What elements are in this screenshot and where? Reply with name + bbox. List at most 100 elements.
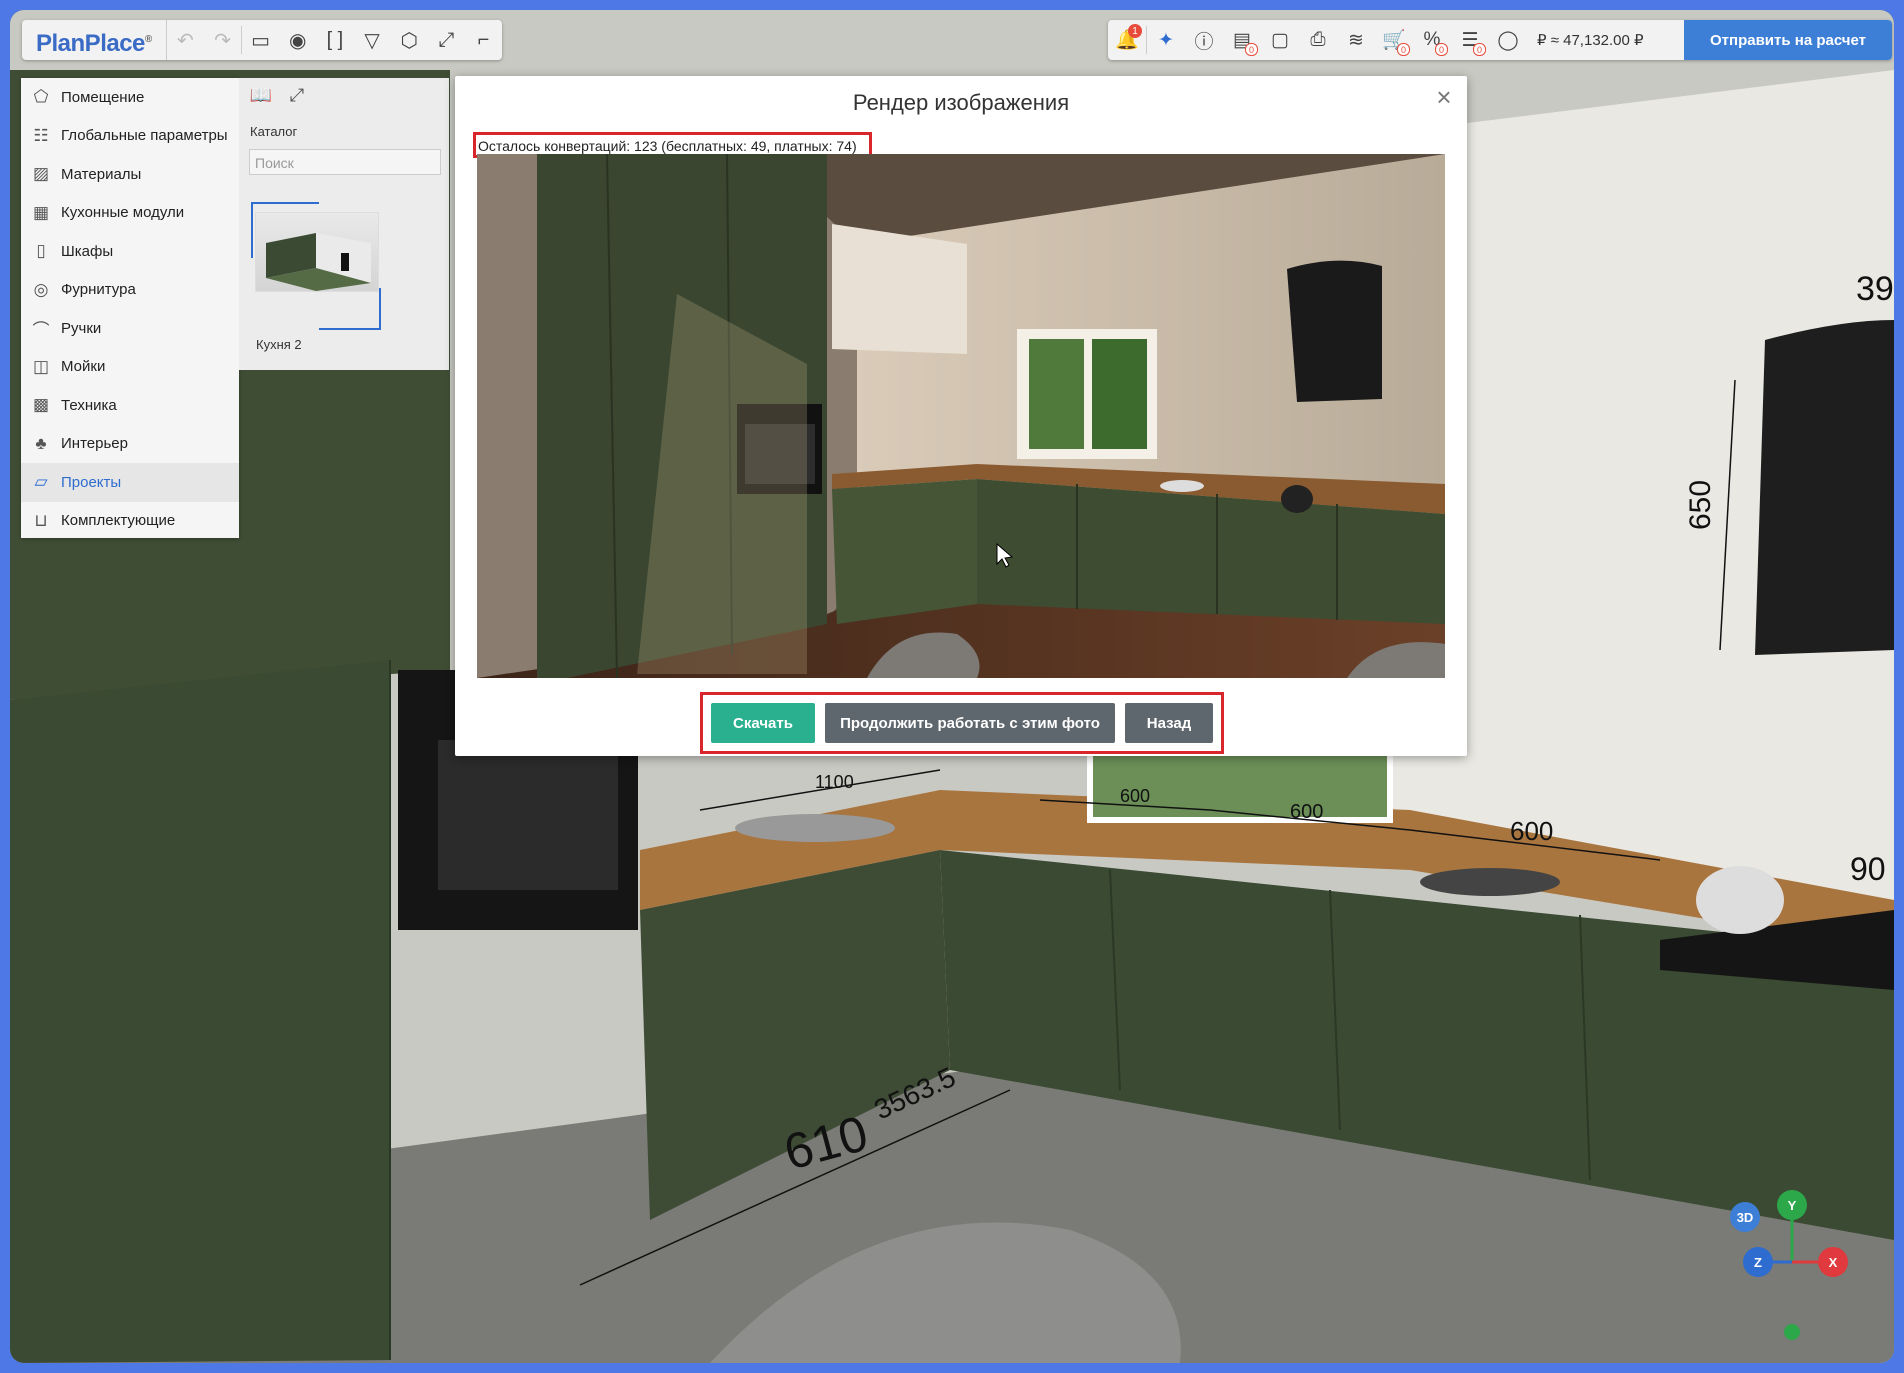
percent-badge: 0 — [1435, 43, 1448, 56]
book-icon[interactable]: 📖 — [243, 78, 279, 112]
report-icon[interactable]: ▤ 0 — [1223, 20, 1261, 60]
cart-icon[interactable]: 🛒 0 — [1375, 20, 1413, 60]
print-icon[interactable]: ⎙ — [1299, 20, 1337, 60]
ai-sparkle-icon[interactable]: ✦ — [1147, 20, 1185, 60]
sidebar-item[interactable]: ◎ Фурнитура — [21, 271, 239, 310]
info-icon[interactable]: ⓘ — [1185, 20, 1223, 60]
sidebar-item-label: Интерьер — [61, 435, 128, 453]
sidebar-item-label: Фурнитура — [61, 281, 136, 299]
kitchen-modules-icon: ▦ — [32, 202, 50, 222]
price-value: ≈ 47,132.00 ₽ — [1550, 32, 1644, 49]
sidebar-item-label: Шкафы — [61, 242, 114, 260]
notification-icon[interactable]: 🔔 1 — [1108, 20, 1146, 60]
catalog-search-input[interactable]: Поиск — [249, 149, 441, 175]
sidebar-item[interactable]: ♣ Интерьер — [21, 425, 239, 464]
rendered-image — [477, 154, 1445, 678]
expand-icon[interactable]: ⤢ — [279, 78, 315, 112]
undo-icon[interactable]: ↶ — [167, 20, 204, 60]
render-modal: Рендер изображения × Осталось конвертаци… — [455, 76, 1467, 756]
dimension-label: 1100 — [815, 772, 854, 792]
room-icon: ⬠ — [33, 87, 49, 107]
axis-gizmo[interactable]: 3D Y Z X — [1730, 1190, 1880, 1350]
corner-icon[interactable]: ⌐ — [465, 20, 502, 60]
sidebar-item[interactable]: ⬠ Помещение — [21, 78, 239, 117]
sidebar-item-label: Кухонные модули — [61, 204, 185, 222]
sidebar-item[interactable]: ▱ Проекты — [21, 463, 239, 502]
back-button[interactable]: Назад — [1125, 703, 1213, 743]
app-window: 1100 600 600 600 90 39 650 610 3563.5 Pl… — [10, 10, 1894, 1363]
report-badge: 0 — [1245, 43, 1258, 56]
y-axis-handle[interactable]: Y — [1777, 1190, 1807, 1220]
file-icon[interactable]: ▭ — [242, 20, 279, 60]
app-logo[interactable]: PlanPlace® — [22, 20, 167, 60]
bracket-icon[interactable]: [ ] — [316, 20, 353, 60]
filter-icon[interactable]: ▽ — [353, 20, 390, 60]
sidebar-item[interactable]: ▩ Техника — [21, 386, 239, 425]
download-button[interactable]: Скачать — [711, 703, 815, 743]
list-icon[interactable]: ☰ 0 — [1451, 20, 1489, 60]
cart-icon: ⊔ — [34, 510, 48, 530]
x-axis-handle[interactable]: X — [1818, 1247, 1848, 1277]
modal-action-group: Скачать Продолжить работать с этим фото … — [700, 692, 1224, 754]
sidebar-item-label: Проекты — [61, 473, 122, 491]
sidebar-item-label: Техника — [61, 396, 117, 414]
currency-symbol: ₽ — [1537, 32, 1547, 49]
sidebar-item[interactable]: ◫ Мойки — [21, 348, 239, 387]
appliance-icon: ▩ — [32, 395, 50, 415]
dimension-label: 600 — [1510, 816, 1553, 846]
redo-icon[interactable]: ↷ — [204, 20, 241, 60]
sidebar-item[interactable]: ⊔ Комплектующие — [21, 502, 239, 541]
price-display: ₽ ≈ 47,132.00 ₽ — [1527, 31, 1654, 49]
chat-icon[interactable]: ▢ — [1261, 20, 1299, 60]
dimension-label: 39 — [1856, 270, 1894, 308]
handle-icon: ⌒ — [32, 320, 50, 340]
project-label: Кухня 2 — [256, 337, 302, 352]
dimension-label: 600 — [1290, 801, 1323, 823]
cube-icon[interactable]: ⬡ — [391, 20, 428, 60]
selection-corner — [251, 202, 319, 258]
close-icon[interactable]: × — [1431, 84, 1457, 110]
expand-icon[interactable]: ⤢ — [428, 20, 465, 60]
catalog-title: Каталог — [250, 124, 298, 139]
sidebar-item-label: Материалы — [61, 165, 142, 183]
catalog-tabs: 📖 ⤢ — [239, 78, 449, 112]
layers-icon[interactable]: ≋ — [1337, 20, 1375, 60]
sidebar-item-label: Мойки — [61, 358, 106, 376]
sidebar-item-label: Комплектующие — [61, 512, 176, 530]
eye-icon[interactable]: ◉ — [279, 20, 316, 60]
sidebar: ⬠ Помещение ☷ Глобальные параметры ▨ Материал… — [21, 78, 239, 538]
notification-badge: 1 — [1128, 24, 1142, 38]
top-right-toolbar: 🔔 1 ✦ ⓘ ▤ 0 ▢ ⎙ ≋ 🛒 0 % 0 ☰ 0 ◯ ₽ ≈ 47,132.00… — [1108, 20, 1892, 60]
list-badge: 0 — [1473, 43, 1486, 56]
hardware-icon: ◎ — [33, 279, 49, 299]
dimension-label: 650 — [1684, 480, 1717, 530]
selection-corner — [319, 288, 381, 330]
sink-icon: ◫ — [32, 356, 50, 376]
sliders-icon: ☷ — [33, 125, 49, 145]
3d-view-toggle[interactable]: 3D — [1730, 1202, 1760, 1232]
sidebar-item[interactable]: ▨ Материалы — [21, 155, 239, 194]
dimension-label: 600 — [1120, 786, 1150, 806]
interior-icon: ♣ — [35, 433, 47, 453]
sidebar-item-label: Глобальные параметры — [61, 127, 228, 145]
send-for-calculation-button[interactable]: Отправить на расчет — [1684, 20, 1892, 60]
sidebar-item[interactable]: ▯ Шкафы — [21, 232, 239, 271]
sidebar-item-label: Ручки — [61, 319, 102, 337]
user-icon[interactable]: ◯ — [1489, 20, 1527, 60]
cart-badge: 0 — [1397, 43, 1410, 56]
wardrobe-icon: ▯ — [36, 241, 46, 261]
modal-title: Рендер изображения — [852, 90, 1070, 115]
sidebar-item[interactable]: ☷ Глобальные параметры — [21, 117, 239, 156]
continue-with-photo-button[interactable]: Продолжить работать с этим фото — [825, 703, 1115, 743]
dimension-label: 90 — [1850, 851, 1886, 887]
percent-icon[interactable]: % 0 — [1413, 20, 1451, 60]
project-thumbnail[interactable] — [251, 202, 381, 330]
sidebar-item-label: Помещение — [61, 88, 145, 106]
main-toolbar: PlanPlace® ↶ ↷ ▭ ◉ [ ] ▽ ⬡ ⤢ ⌐ — [22, 20, 502, 60]
sidebar-item[interactable]: ⌒ Ручки — [21, 309, 239, 348]
catalog-panel: 📖 ⤢ Каталог Поиск Кухня 2 — [239, 78, 449, 370]
folder-icon: ▱ — [34, 472, 48, 492]
sidebar-item[interactable]: ▦ Кухонные модули — [21, 194, 239, 233]
materials-icon: ▨ — [32, 164, 50, 184]
z-axis-handle[interactable]: Z — [1743, 1247, 1773, 1277]
